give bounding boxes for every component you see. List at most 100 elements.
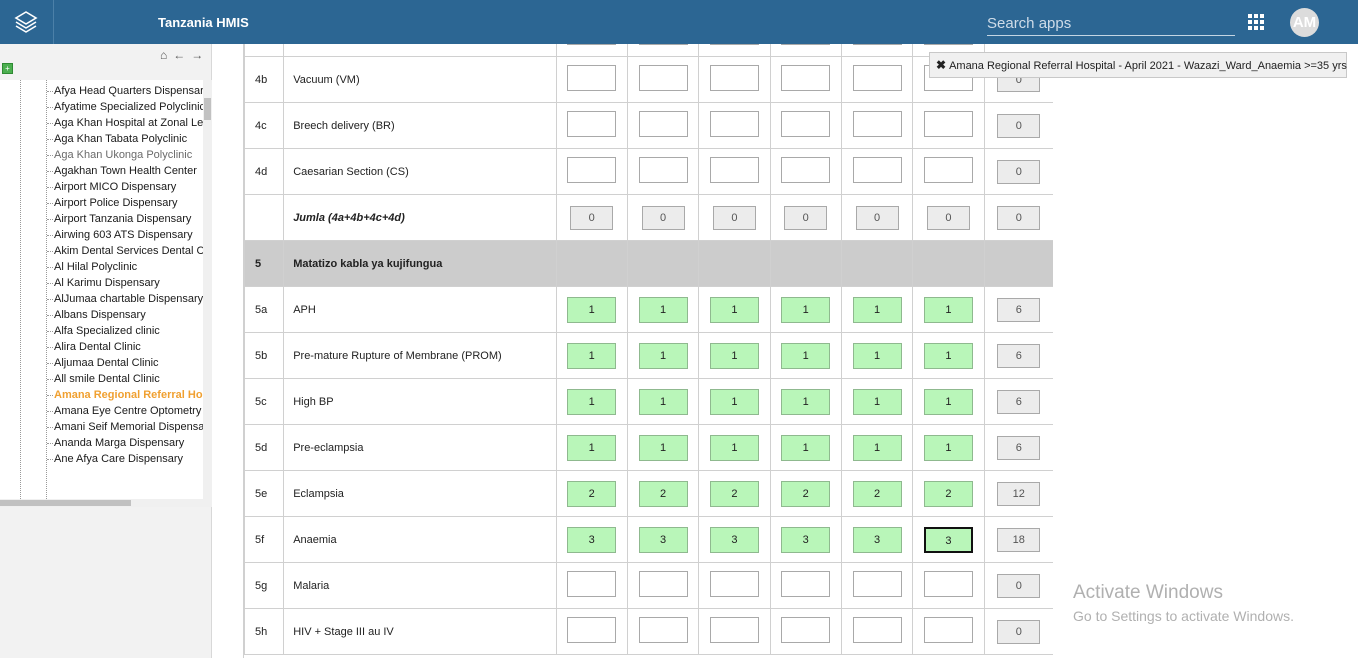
arrow-right-icon[interactable]: → (191, 48, 209, 62)
tree-vertical-scrollbar[interactable] (203, 80, 212, 507)
data-value-input[interactable]: 1 (852, 296, 902, 323)
org-unit-item[interactable]: Aljumaa Dental Clinic (47, 355, 204, 371)
data-value-input[interactable] (567, 571, 617, 597)
org-unit-item[interactable]: Aga Khan Tabata Polyclinic (47, 131, 204, 147)
org-unit-item[interactable]: All smile Dental Clinic (47, 371, 204, 387)
data-value-input[interactable] (852, 617, 902, 643)
data-value-input[interactable] (709, 617, 759, 643)
data-value-input[interactable]: 1 (852, 342, 902, 369)
data-value-input[interactable]: 1 (638, 434, 688, 461)
search-apps-input[interactable] (987, 12, 1235, 36)
data-value-input[interactable]: 1 (567, 388, 617, 415)
data-value-input[interactable] (638, 65, 688, 91)
data-value-input[interactable]: 2 (923, 480, 973, 507)
data-value-input[interactable]: 3 (781, 526, 831, 553)
tree-horizontal-scrollbar[interactable] (0, 499, 203, 507)
close-icon[interactable]: ✖ (936, 58, 946, 72)
data-value-input[interactable] (852, 571, 902, 597)
data-value-input[interactable]: 1 (781, 296, 831, 323)
data-value-input[interactable]: 1 (709, 296, 759, 323)
home-icon[interactable]: ⌂ (160, 48, 173, 62)
data-value-input[interactable]: 3 (923, 526, 973, 553)
org-unit-item[interactable]: Aga Khan Hospital at Zonal Level (47, 115, 204, 131)
data-value-input[interactable] (923, 111, 973, 137)
org-unit-item[interactable]: Aga Khan Ukonga Polyclinic (47, 147, 204, 163)
org-unit-item[interactable]: Ane Afya Care Dispensary (47, 451, 204, 467)
data-value-input[interactable]: 1 (567, 296, 617, 323)
dhis-logo-icon[interactable] (0, 0, 54, 44)
data-value-input[interactable] (852, 111, 902, 137)
data-value-input[interactable] (852, 44, 902, 45)
data-value-input[interactable] (781, 44, 831, 45)
arrow-left-icon[interactable]: ← (173, 48, 191, 62)
data-value-input[interactable] (852, 65, 902, 91)
data-value-input[interactable]: 1 (781, 434, 831, 461)
org-unit-item[interactable]: Alira Dental Clinic (47, 339, 204, 355)
data-value-input[interactable] (852, 157, 902, 183)
data-value-input[interactable]: 2 (638, 480, 688, 507)
data-value-input[interactable]: 1 (923, 342, 973, 369)
org-unit-item[interactable]: Afya Head Quarters Dispensary (47, 83, 204, 99)
data-value-input[interactable]: 1 (709, 342, 759, 369)
org-unit-item[interactable]: Afyatime Specialized Polyclinic (47, 99, 204, 115)
org-unit-item[interactable]: Albans Dispensary (47, 307, 204, 323)
data-value-input[interactable]: 3 (852, 526, 902, 553)
org-unit-item[interactable]: Airport Tanzania Dispensary (47, 211, 204, 227)
data-value-input[interactable] (923, 571, 973, 597)
data-value-input[interactable]: 1 (638, 342, 688, 369)
data-value-input[interactable]: 3 (567, 526, 617, 553)
data-value-input[interactable] (781, 157, 831, 183)
data-value-input[interactable]: 1 (567, 434, 617, 461)
data-value-input[interactable]: 1 (923, 296, 973, 323)
org-unit-item[interactable]: Amana Regional Referral Hospital (47, 387, 204, 403)
data-value-input[interactable] (638, 44, 688, 45)
expand-tree-icon[interactable]: + (2, 63, 13, 74)
user-avatar[interactable]: AM (1290, 8, 1319, 37)
data-value-input[interactable] (709, 157, 759, 183)
data-value-input[interactable]: 1 (923, 388, 973, 415)
data-value-input[interactable]: 2 (567, 480, 617, 507)
data-value-input[interactable] (709, 44, 759, 45)
data-value-input[interactable]: 1 (638, 388, 688, 415)
data-value-input[interactable] (638, 111, 688, 137)
data-value-input[interactable]: 1 (923, 434, 973, 461)
data-value-input[interactable]: 1 (709, 388, 759, 415)
data-value-input[interactable] (567, 111, 617, 137)
org-unit-item[interactable]: Al Karimu Dispensary (47, 275, 204, 291)
data-value-input[interactable] (638, 571, 688, 597)
data-value-input[interactable] (709, 65, 759, 91)
data-value-input[interactable] (923, 44, 973, 45)
data-value-input[interactable] (923, 157, 973, 183)
org-unit-item[interactable]: Agakhan Town Health Center (47, 163, 204, 179)
data-value-input[interactable]: 3 (709, 526, 759, 553)
data-value-input[interactable]: 1 (852, 388, 902, 415)
data-value-input[interactable] (567, 44, 617, 45)
data-value-input[interactable]: 1 (567, 342, 617, 369)
data-value-input[interactable]: 1 (781, 388, 831, 415)
data-value-input[interactable]: 1 (638, 296, 688, 323)
data-value-input[interactable] (781, 65, 831, 91)
org-unit-item[interactable]: Alfa Specialized clinic (47, 323, 204, 339)
data-value-input[interactable] (638, 617, 688, 643)
org-unit-item[interactable]: Ananda Marga Dispensary (47, 435, 204, 451)
data-value-input[interactable] (781, 111, 831, 137)
data-value-input[interactable]: 2 (852, 480, 902, 507)
data-value-input[interactable] (567, 157, 617, 183)
data-value-input[interactable]: 3 (638, 526, 688, 553)
org-unit-item[interactable]: AlJumaa chartable Dispensary (47, 291, 204, 307)
org-unit-item[interactable]: Akim Dental Services Dental Clinic (47, 243, 204, 259)
org-unit-item[interactable]: Airport MICO Dispensary (47, 179, 204, 195)
data-value-input[interactable] (567, 617, 617, 643)
apps-grid-icon[interactable] (1248, 14, 1264, 30)
org-unit-item[interactable]: Airwing 603 ATS Dispensary (47, 227, 204, 243)
org-unit-item[interactable]: Amani Seif Memorial Dispensary (47, 419, 204, 435)
data-value-input[interactable] (781, 617, 831, 643)
data-value-input[interactable] (709, 571, 759, 597)
data-value-input[interactable] (709, 111, 759, 137)
data-value-input[interactable]: 1 (852, 434, 902, 461)
org-unit-item[interactable]: Al Hilal Polyclinic (47, 259, 204, 275)
org-unit-item[interactable]: Airport Police Dispensary (47, 195, 204, 211)
data-value-input[interactable]: 1 (709, 434, 759, 461)
data-value-input[interactable] (923, 617, 973, 643)
org-unit-item[interactable]: Amana Eye Centre Optometry Clinic (47, 403, 204, 419)
